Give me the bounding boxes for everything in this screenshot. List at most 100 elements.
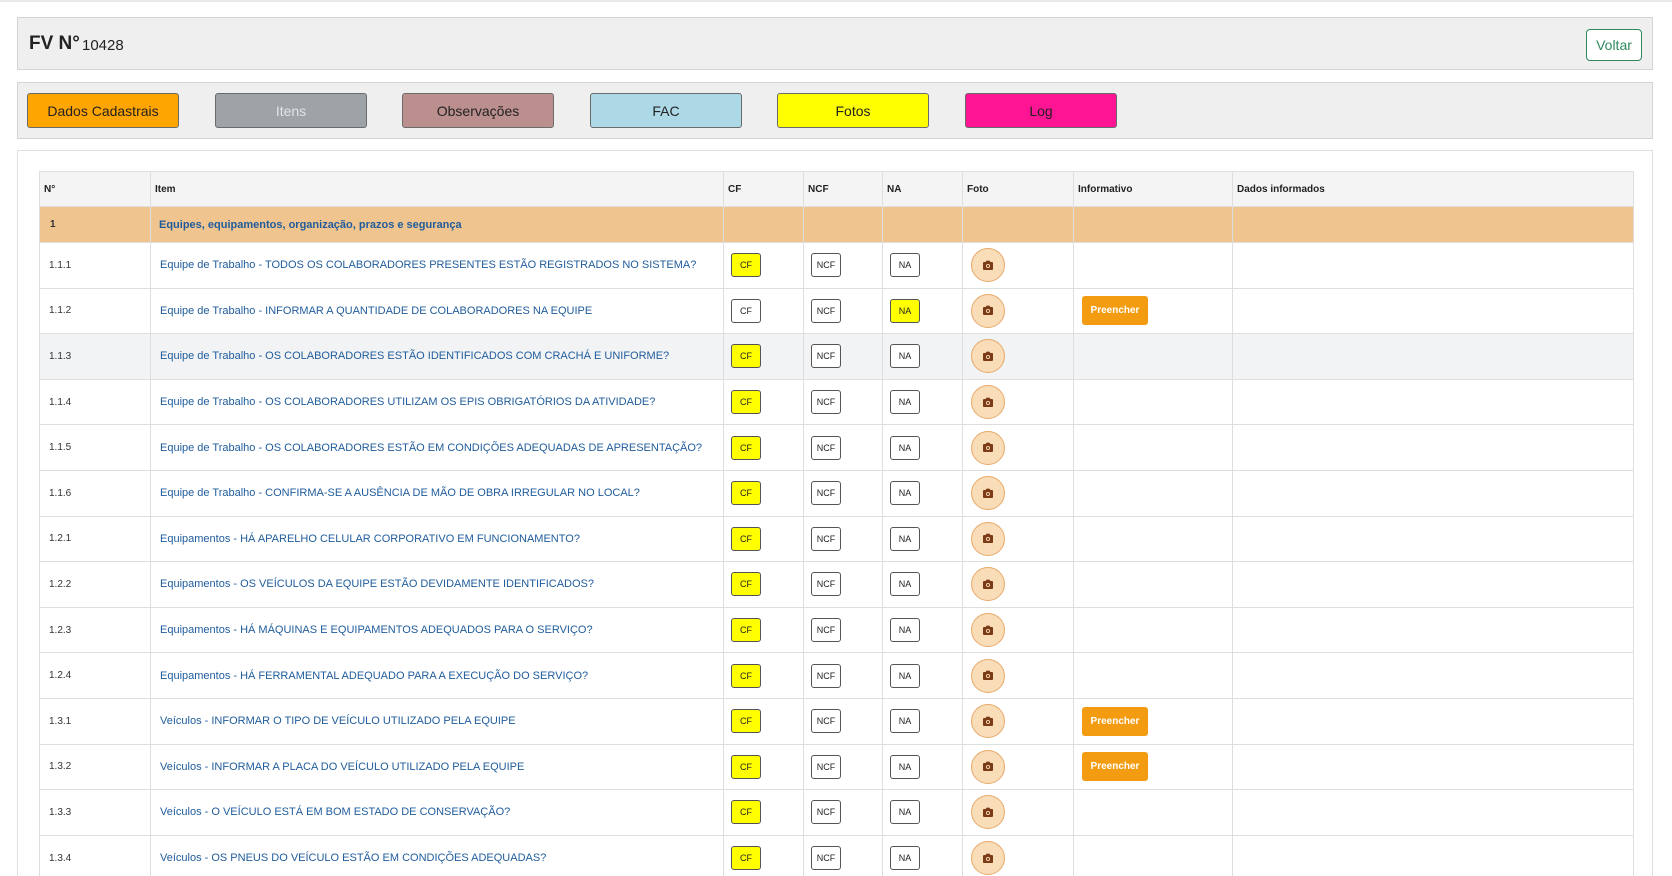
na-button[interactable]: NA	[890, 709, 920, 734]
camera-icon[interactable]	[971, 293, 1005, 328]
cf-button[interactable]: CF	[731, 481, 761, 506]
ncf-button[interactable]: NCF	[811, 663, 841, 688]
item-link[interactable]: Veículos - OS PNEUS DO VEÍCULO ESTÃO EM …	[150, 834, 724, 876]
cf-button[interactable]: CF	[731, 618, 761, 643]
na-button[interactable]: NA	[890, 754, 920, 779]
camera-icon[interactable]	[971, 385, 1005, 420]
na-button[interactable]: NA	[890, 390, 920, 415]
ncf-button[interactable]: NCF	[811, 754, 841, 779]
ncf-cell: NCF	[803, 378, 883, 426]
ncf-cell: NCF	[803, 834, 883, 876]
dados-informados-cell	[1232, 469, 1634, 517]
camera-icon[interactable]	[971, 749, 1005, 784]
tab-fac[interactable]: FAC	[590, 93, 742, 128]
ncf-button[interactable]: NCF	[811, 800, 841, 825]
ncf-button[interactable]: NCF	[811, 390, 841, 415]
ncf-button[interactable]: NCF	[811, 344, 841, 369]
foto-cell	[962, 743, 1074, 791]
fill-button[interactable]: Preencher	[1082, 752, 1148, 782]
na-button[interactable]: NA	[890, 435, 920, 460]
tab-observacoes[interactable]: Observações	[402, 93, 554, 128]
cf-button[interactable]: CF	[731, 709, 761, 734]
na-button[interactable]: NA	[890, 800, 920, 825]
cf-button[interactable]: CF	[731, 435, 761, 460]
ncf-button[interactable]: NCF	[811, 526, 841, 551]
item-link[interactable]: Equipe de Trabalho - OS COLABORADORES ES…	[150, 424, 724, 471]
fill-button[interactable]: Preencher	[1082, 706, 1148, 736]
item-link[interactable]: Equipamentos - OS VEÍCULOS DA EQUIPE EST…	[150, 561, 724, 608]
informativo-cell	[1073, 469, 1233, 517]
tab-itens[interactable]: Itens	[215, 93, 367, 128]
cf-button[interactable]: CF	[731, 526, 761, 551]
dados-informados-cell	[1232, 242, 1634, 289]
ncf-button[interactable]: NCF	[811, 253, 841, 278]
camera-icon[interactable]	[971, 339, 1005, 374]
ncf-button[interactable]: NCF	[811, 435, 841, 460]
item-link[interactable]: Veículos - O VEÍCULO ESTÁ EM BOM ESTADO …	[150, 789, 724, 836]
ncf-button[interactable]: NCF	[811, 618, 841, 643]
camera-icon[interactable]	[971, 248, 1005, 283]
na-button[interactable]: NA	[890, 846, 920, 871]
item-link[interactable]: Veículos - INFORMAR O TIPO DE VEÍCULO UT…	[150, 697, 724, 745]
item-link[interactable]: Equipamentos - HÁ FERRAMENTAL ADEQUADO P…	[150, 652, 724, 699]
item-link[interactable]: Veículos - INFORMAR A PLACA DO VEÍCULO U…	[150, 743, 724, 791]
tab-fotos[interactable]: Fotos	[777, 93, 929, 128]
table-row: 1.1.5 Equipe de Trabalho - OS COLABORADOR…	[39, 424, 1634, 471]
fill-button[interactable]: Preencher	[1082, 296, 1148, 326]
camera-icon[interactable]	[971, 841, 1005, 876]
cf-button[interactable]: CF	[731, 800, 761, 825]
camera-icon[interactable]	[971, 658, 1005, 693]
item-link[interactable]: Equipe de Trabalho - INFORMAR A QUANTIDA…	[150, 287, 724, 335]
cf-button[interactable]: CF	[731, 663, 761, 688]
ncf-button[interactable]: NCF	[811, 846, 841, 871]
tab-dados-cadastrais[interactable]: Dados Cadastrais	[27, 93, 179, 128]
camera-icon[interactable]	[971, 795, 1005, 830]
na-button[interactable]: NA	[890, 572, 920, 597]
item-link[interactable]: Equipamentos - HÁ APARELHO CELULAR CORPO…	[150, 515, 724, 563]
table-row: 1.2.4 Equipamentos - HÁ FERRAMENTAL ADEQU…	[39, 652, 1634, 699]
ncf-button[interactable]: NCF	[811, 298, 841, 323]
camera-icon[interactable]	[971, 430, 1005, 465]
ncf-cell: NCF	[803, 287, 883, 335]
na-button[interactable]: NA	[890, 344, 920, 369]
ncf-button[interactable]: NCF	[811, 481, 841, 506]
na-cell: NA	[882, 469, 963, 517]
ncf-cell: NCF	[803, 652, 883, 699]
item-link[interactable]: Equipe de Trabalho - CONFIRMA-SE A AUSÊN…	[150, 469, 724, 517]
cf-cell: CF	[723, 561, 804, 608]
dados-informados-cell	[1232, 561, 1634, 608]
item-number: 1.2.4	[39, 652, 151, 699]
item-link[interactable]: Equipe de Trabalho - OS COLABORADORES UT…	[150, 378, 724, 426]
camera-icon[interactable]	[971, 521, 1005, 556]
cf-button[interactable]: CF	[731, 298, 761, 323]
cf-cell: CF	[723, 424, 804, 471]
na-button[interactable]: NA	[890, 481, 920, 506]
item-link[interactable]: Equipe de Trabalho - TODOS OS COLABORADO…	[150, 242, 724, 289]
cf-button[interactable]: CF	[731, 572, 761, 597]
cf-button[interactable]: CF	[731, 754, 761, 779]
camera-icon[interactable]	[971, 704, 1005, 739]
dados-informados-cell	[1232, 515, 1634, 563]
section-cell	[1232, 206, 1634, 243]
item-link[interactable]: Equipamentos - HÁ MÁQUINAS E EQUIPAMENTO…	[150, 606, 724, 654]
ncf-button[interactable]: NCF	[811, 709, 841, 734]
tab-log[interactable]: Log	[965, 93, 1117, 128]
na-button[interactable]: NA	[890, 526, 920, 551]
cf-button[interactable]: CF	[731, 253, 761, 278]
na-button[interactable]: NA	[890, 618, 920, 643]
cf-button[interactable]: CF	[731, 390, 761, 415]
na-button[interactable]: NA	[890, 663, 920, 688]
camera-icon[interactable]	[971, 613, 1005, 648]
back-button[interactable]: Voltar	[1586, 29, 1642, 61]
camera-icon[interactable]	[971, 476, 1005, 511]
na-cell: NA	[882, 333, 963, 380]
item-link[interactable]: Equipe de Trabalho - OS COLABORADORES ES…	[150, 333, 724, 380]
table-row: 1.1.1 Equipe de Trabalho - TODOS OS COLAB…	[39, 242, 1634, 289]
ncf-button[interactable]: NCF	[811, 572, 841, 597]
na-button[interactable]: NA	[890, 253, 920, 278]
cf-button[interactable]: CF	[731, 344, 761, 369]
cf-cell: CF	[723, 743, 804, 791]
camera-icon[interactable]	[971, 567, 1005, 602]
na-button[interactable]: NA	[890, 298, 920, 323]
cf-button[interactable]: CF	[731, 846, 761, 871]
